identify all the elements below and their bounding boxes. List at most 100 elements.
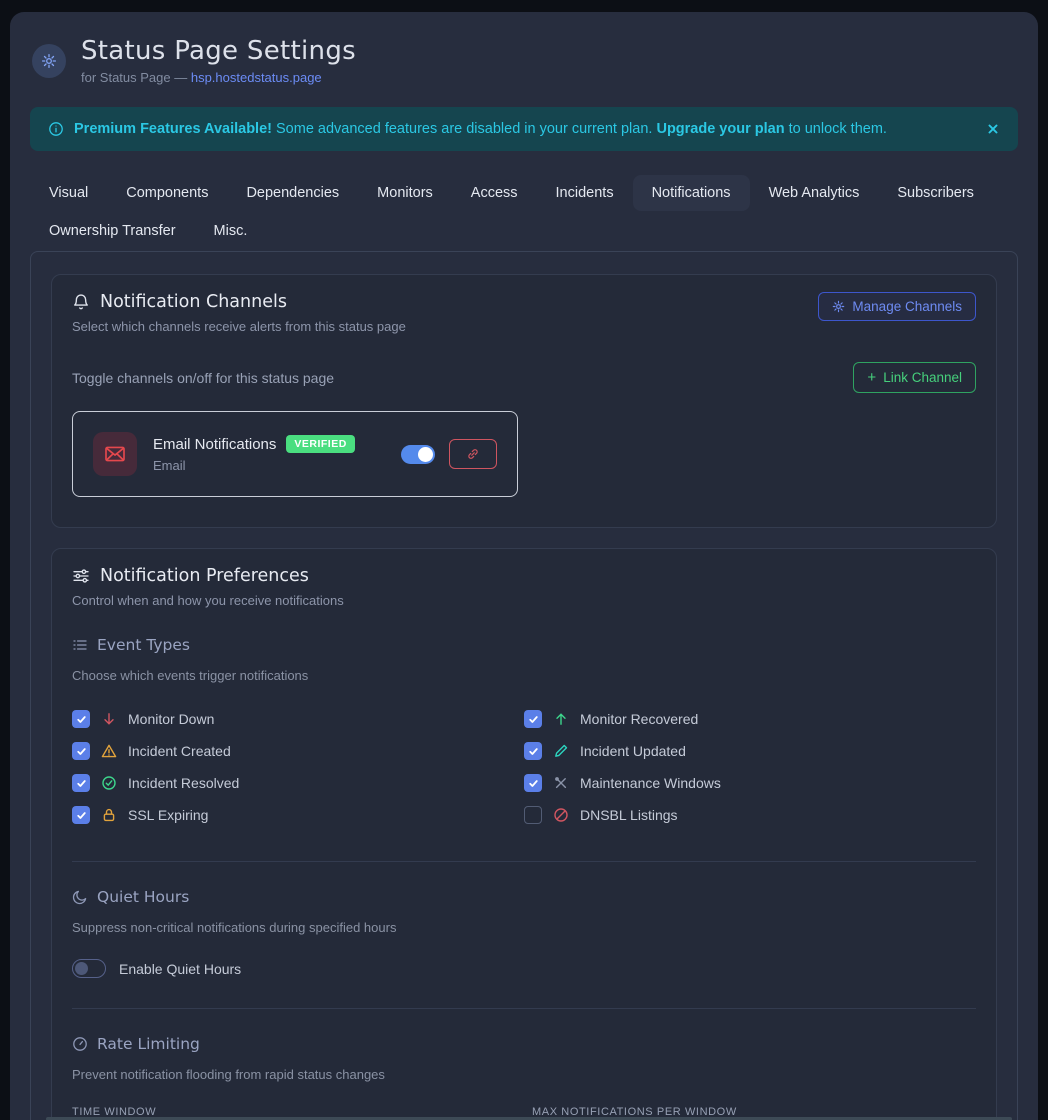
divider (72, 1008, 976, 1009)
status-page-link[interactable]: hsp.hostedstatus.page (191, 70, 322, 85)
tab-dependencies[interactable]: Dependencies (227, 175, 358, 211)
tab-visual[interactable]: Visual (30, 175, 107, 211)
plus-icon: + (867, 369, 876, 386)
gauge-icon (72, 1036, 88, 1052)
event-item-incident-created[interactable]: Incident Created (72, 742, 524, 760)
channels-title-text: Notification Channels (100, 292, 287, 312)
arrow-up-icon (553, 711, 569, 727)
event-label: Incident Updated (580, 743, 686, 759)
divider (72, 861, 976, 862)
email-channel-card: Email Notifications VERIFIED Email (72, 411, 518, 497)
list-icon (72, 637, 88, 653)
event-label: Incident Resolved (128, 775, 239, 791)
banner-bold: Premium Features Available! (74, 121, 272, 137)
subtitle-text: for Status Page — (81, 70, 191, 85)
link-channel-button[interactable]: + Link Channel (853, 362, 976, 393)
rate-limiting-subtitle: Prevent notification flooding from rapid… (72, 1067, 976, 1082)
rate-limiting-section: Rate Limiting Prevent notification flood… (72, 1035, 976, 1120)
preferences-title-text: Notification Preferences (100, 566, 309, 586)
tools-icon (553, 775, 569, 791)
channels-section-title: Notification Channels (72, 292, 406, 312)
tab-subscribers[interactable]: Subscribers (878, 175, 993, 211)
lock-icon (101, 807, 117, 823)
checkbox-unchecked[interactable] (524, 806, 542, 824)
link-icon (466, 447, 480, 461)
tab-web-analytics[interactable]: Web Analytics (750, 175, 879, 211)
quiet-hours-toggle[interactable] (72, 959, 106, 978)
settings-card: Status Page Settings for Status Page — h… (10, 12, 1038, 1120)
tab-ownership-transfer[interactable]: Ownership Transfer (30, 213, 195, 249)
quiet-hours-section: Quiet Hours Suppress non-critical notifi… (72, 888, 976, 978)
event-label: SSL Expiring (128, 807, 208, 823)
event-item-dnsbl-listings[interactable]: DNSBL Listings (524, 806, 976, 824)
banner-close-button[interactable] (986, 122, 1000, 136)
bell-icon (72, 293, 90, 311)
page-title: Status Page Settings (81, 36, 356, 66)
event-label: Maintenance Windows (580, 775, 721, 791)
tab-monitors[interactable]: Monitors (358, 175, 452, 211)
premium-banner: Premium Features Available! Some advance… (30, 107, 1018, 151)
event-label: DNSBL Listings (580, 807, 678, 823)
event-types-title: Event Types (72, 636, 976, 654)
channel-enabled-toggle[interactable] (401, 445, 435, 464)
notifications-tab-content: Notification Channels Select which chann… (30, 251, 1018, 1120)
close-icon (986, 122, 1000, 136)
checkbox-checked[interactable] (72, 806, 90, 824)
rate-limiting-title-text: Rate Limiting (97, 1035, 200, 1053)
upgrade-plan-link[interactable]: Upgrade your plan (656, 121, 784, 137)
channel-name: Email Notifications (153, 436, 276, 453)
event-label: Monitor Down (128, 711, 214, 727)
tab-misc[interactable]: Misc. (195, 213, 267, 249)
pencil-icon (553, 743, 569, 759)
preferences-section-subtitle: Control when and how you receive notific… (72, 593, 976, 608)
gear-icon (41, 53, 57, 69)
checkbox-checked[interactable] (524, 774, 542, 792)
channel-type: Email (153, 458, 355, 473)
envelope-icon (103, 442, 127, 466)
unlink-channel-button[interactable] (449, 439, 497, 469)
email-channel-avatar (93, 432, 137, 476)
quiet-hours-title-text: Quiet Hours (97, 888, 189, 906)
page-header: Status Page Settings for Status Page — h… (30, 36, 1018, 85)
event-label: Incident Created (128, 743, 231, 759)
verified-badge: VERIFIED (286, 435, 354, 453)
manage-channels-label: Manage Channels (852, 299, 962, 314)
settings-tabs: VisualComponentsDependenciesMonitorsAcce… (30, 175, 1018, 249)
event-item-monitor-recovered[interactable]: Monitor Recovered (524, 710, 976, 728)
gear-icon (832, 300, 845, 313)
event-types-title-text: Event Types (97, 636, 190, 654)
no-entry-icon (553, 807, 569, 823)
event-item-incident-updated[interactable]: Incident Updated (524, 742, 976, 760)
event-label: Monitor Recovered (580, 711, 698, 727)
tab-incidents[interactable]: Incidents (537, 175, 633, 211)
check-circle-icon (101, 775, 117, 791)
checkbox-checked[interactable] (72, 742, 90, 760)
sliders-icon (72, 567, 90, 585)
banner-body: Some advanced features are disabled in y… (272, 121, 656, 137)
checkbox-checked[interactable] (524, 710, 542, 728)
settings-gear-badge (32, 44, 66, 78)
tab-notifications[interactable]: Notifications (633, 175, 750, 211)
event-item-ssl-expiring[interactable]: SSL Expiring (72, 806, 524, 824)
channels-section-subtitle: Select which channels receive alerts fro… (72, 319, 406, 334)
checkbox-checked[interactable] (524, 742, 542, 760)
notification-channels-panel: Notification Channels Select which chann… (51, 274, 997, 528)
moon-icon (72, 889, 88, 905)
tab-access[interactable]: Access (452, 175, 537, 211)
quiet-hours-toggle-label: Enable Quiet Hours (119, 961, 241, 977)
arrow-down-icon (101, 711, 117, 727)
page-subtitle: for Status Page — hsp.hostedstatus.page (81, 70, 356, 85)
tab-components[interactable]: Components (107, 175, 227, 211)
event-types-subtitle: Choose which events trigger notification… (72, 668, 976, 683)
checkbox-checked[interactable] (72, 774, 90, 792)
link-channel-label: Link Channel (883, 370, 962, 385)
info-icon (48, 121, 64, 137)
manage-channels-button[interactable]: Manage Channels (818, 292, 976, 321)
event-item-incident-resolved[interactable]: Incident Resolved (72, 774, 524, 792)
toggle-channels-hint: Toggle channels on/off for this status p… (72, 370, 334, 386)
event-item-maintenance-windows[interactable]: Maintenance Windows (524, 774, 976, 792)
checkbox-checked[interactable] (72, 710, 90, 728)
quiet-hours-subtitle: Suppress non-critical notifications duri… (72, 920, 976, 935)
event-item-monitor-down[interactable]: Monitor Down (72, 710, 524, 728)
banner-suffix: to unlock them. (785, 121, 887, 137)
